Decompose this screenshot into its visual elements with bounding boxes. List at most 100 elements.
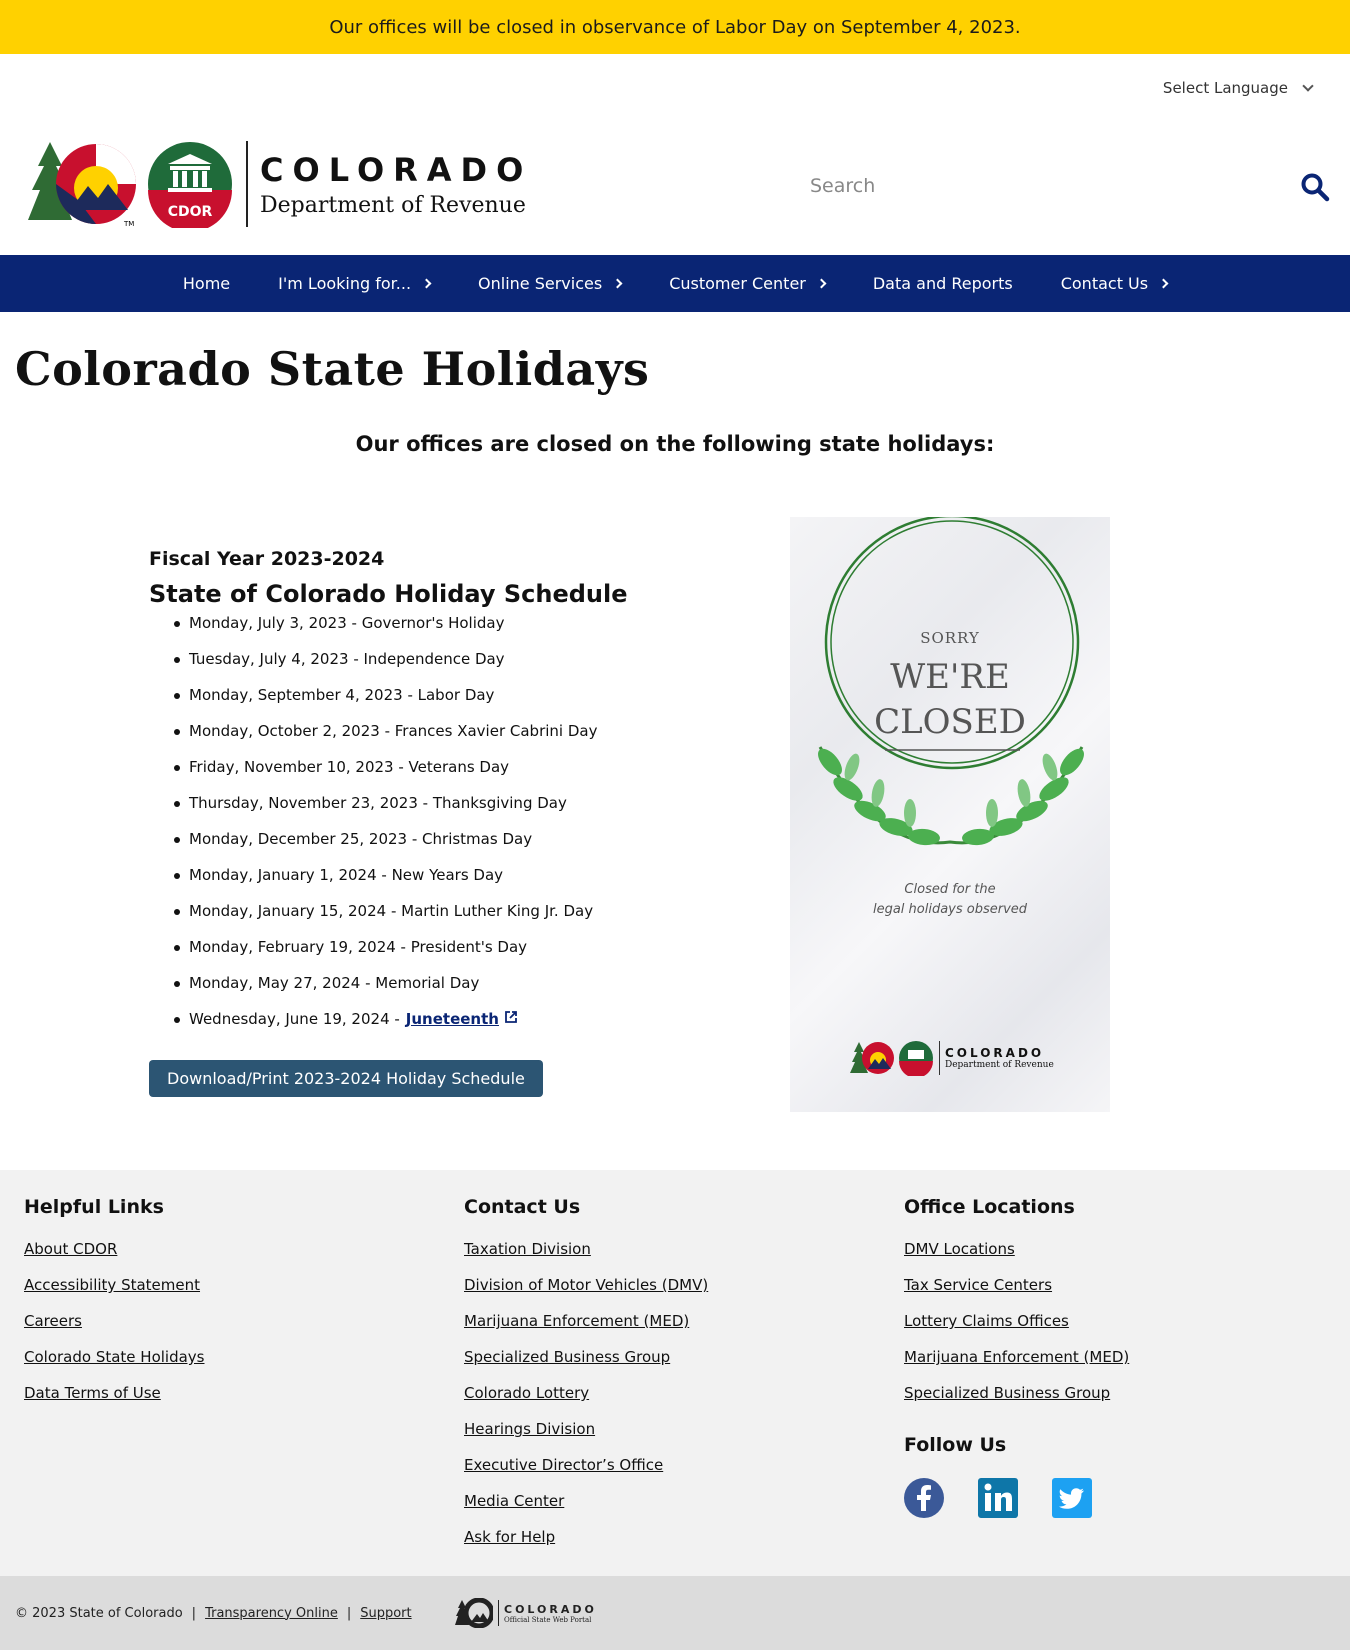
closed-were-text: WE'RE (890, 657, 1010, 697)
footer-link[interactable]: Marijuana Enforcement (MED) (464, 1312, 689, 1330)
footer-link[interactable]: Division of Motor Vehicles (DMV) (464, 1276, 708, 1294)
closed-graphic-logo: COLORADO Department of Revenue (850, 1040, 1054, 1076)
logo-dept-name: Department of Revenue (260, 192, 526, 218)
holiday-text: Monday, October 2, 2023 - Frances Xavier… (189, 722, 598, 740)
bullet (174, 801, 180, 807)
footer-link[interactable]: DMV Locations (904, 1240, 1015, 1258)
closed-logo-text: COLORADO Department of Revenue (945, 1046, 1054, 1070)
seal-text: CDOR (168, 204, 213, 220)
linkedin-icon[interactable] (978, 1478, 1018, 1518)
chevron-right-icon (421, 278, 432, 289)
nav-item-online-services[interactable]: Online Services (454, 255, 645, 312)
bullet (174, 765, 180, 771)
holiday-text: Monday, July 3, 2023 - Governor's Holida… (189, 614, 505, 632)
footer-heading: Office Locations (904, 1196, 1075, 1218)
footer-link[interactable]: Ask for Help (464, 1528, 555, 1546)
footer-contact-us: Contact Us Taxation Division Division of… (464, 1196, 708, 1564)
footer-link[interactable]: Specialized Business Group (904, 1384, 1110, 1402)
search-icon[interactable] (1300, 172, 1330, 202)
nav-item-looking-for[interactable]: I'm Looking for... (254, 255, 454, 312)
search-input[interactable] (810, 175, 1270, 197)
list-item: Tuesday, July 4, 2023 - Independence Day (174, 650, 709, 686)
holiday-text: Tuesday, July 4, 2023 - Independence Day (189, 650, 505, 668)
list-item: Monday, October 2, 2023 - Frances Xavier… (174, 722, 709, 758)
list-item: Monday, January 15, 2024 - Martin Luther… (174, 902, 709, 938)
copyright-text: © 2023 State of Colorado (15, 1605, 183, 1621)
footer-link[interactable]: Specialized Business Group (464, 1348, 670, 1366)
chevron-right-icon (612, 278, 623, 289)
footer-link[interactable]: Marijuana Enforcement (MED) (904, 1348, 1129, 1366)
holiday-text: Wednesday, June 19, 2024 - (189, 1010, 400, 1028)
facebook-icon[interactable] (904, 1478, 944, 1518)
holiday-text: Monday, February 19, 2024 - President's … (189, 938, 528, 956)
bullet (174, 909, 180, 915)
logo-divider (498, 1600, 499, 1626)
support-link[interactable]: Support (360, 1606, 411, 1621)
footer-heading: Contact Us (464, 1196, 581, 1218)
list-item: Thursday, November 23, 2023 - Thanksgivi… (174, 794, 709, 830)
footer-office-locations: Office Locations DMV Locations Tax Servi… (904, 1196, 1129, 1518)
nav-label: Data and Reports (872, 274, 1013, 293)
external-link-icon (505, 1011, 517, 1023)
holiday-text: Monday, December 25, 2023 - Christmas Da… (189, 830, 533, 848)
holiday-text: Friday, November 10, 2023 - Veterans Day (189, 758, 510, 776)
footer-link[interactable]: Colorado Lottery (464, 1384, 589, 1402)
footer-link[interactable]: Careers (24, 1312, 82, 1330)
list-item: Monday, February 19, 2024 - President's … (174, 938, 709, 974)
follow-us-heading: Follow Us (904, 1434, 1007, 1456)
holiday-list: Monday, July 3, 2023 - Governor's Holida… (174, 614, 709, 1046)
cdor-seal-icon: CDOR (148, 142, 232, 228)
separator: | (346, 1605, 352, 1621)
nav-item-home[interactable]: Home (159, 255, 254, 312)
list-item: Monday, July 3, 2023 - Governor's Holida… (174, 614, 709, 650)
download-schedule-button[interactable]: Download/Print 2023-2024 Holiday Schedul… (149, 1060, 543, 1097)
footer-link[interactable]: Accessibility Statement (24, 1276, 200, 1294)
bullet (174, 1017, 180, 1023)
page-subtitle: Our offices are closed on the following … (355, 432, 995, 456)
twitter-icon[interactable] (1052, 1478, 1092, 1518)
list-item: Monday, May 27, 2024 - Memorial Day (174, 974, 709, 1010)
colorado-c-logo-icon (455, 1598, 493, 1628)
nav-label: Customer Center (669, 274, 806, 293)
nav-item-contact-us[interactable]: Contact Us (1037, 255, 1191, 312)
footer-link[interactable]: Taxation Division (464, 1240, 591, 1258)
state-portal-logo[interactable]: COLORADO Official State Web Portal (455, 1598, 597, 1628)
footer-link[interactable]: Executive Director’s Office (464, 1456, 663, 1474)
footer-link[interactable]: Lottery Claims Offices (904, 1312, 1069, 1330)
nav-label: Contact Us (1060, 274, 1149, 293)
closed-subtext: Closed for the legal holidays observed (790, 880, 1110, 920)
site-footer: Helpful Links About CDOR Accessibility S… (0, 1170, 1350, 1576)
footer-link[interactable]: About CDOR (24, 1240, 117, 1258)
transparency-online-link[interactable]: Transparency Online (205, 1606, 338, 1621)
closed-sub-line: Closed for the (904, 882, 996, 897)
chevron-right-icon (1158, 278, 1169, 289)
social-links (904, 1478, 1129, 1518)
list-item: Monday, December 25, 2023 - Christmas Da… (174, 830, 709, 866)
footer-link[interactable]: Data Terms of Use (24, 1384, 161, 1402)
list-item: Monday, September 4, 2023 - Labor Day (174, 686, 709, 722)
holiday-schedule: Fiscal Year 2023-2024 State of Colorado … (149, 548, 709, 1097)
bullet (174, 657, 180, 663)
bullet (174, 693, 180, 699)
list-item: Wednesday, June 19, 2024 - Juneteenth (174, 1010, 709, 1046)
closed-sub-line: legal holidays observed (872, 902, 1028, 917)
footer-heading: Helpful Links (24, 1196, 164, 1218)
bullet (174, 873, 180, 879)
alert-text: Our offices will be closed in observance… (329, 16, 1021, 38)
nav-item-data-reports[interactable]: Data and Reports (849, 255, 1037, 312)
bottom-bar: © 2023 State of Colorado | Transparency … (0, 1576, 1350, 1650)
footer-link[interactable]: Media Center (464, 1492, 564, 1510)
footer-link[interactable]: Colorado State Holidays (24, 1348, 205, 1366)
site-header: TM CDOR COLORADO Department of Revenue (0, 122, 1350, 255)
bullet (174, 729, 180, 735)
nav-item-customer-center[interactable]: Customer Center (645, 255, 849, 312)
juneteenth-link[interactable]: Juneteenth (406, 1010, 499, 1028)
schedule-title: State of Colorado Holiday Schedule (149, 580, 628, 608)
bullet (174, 621, 180, 627)
logo-divider (939, 1041, 940, 1075)
language-select[interactable]: Select Language (1163, 79, 1314, 97)
holiday-text: Thursday, November 23, 2023 - Thanksgivi… (189, 794, 567, 812)
footer-link[interactable]: Tax Service Centers (904, 1276, 1052, 1294)
footer-link[interactable]: Hearings Division (464, 1420, 595, 1438)
cdor-logo[interactable]: TM CDOR COLORADO Department of Revenue (28, 140, 532, 228)
